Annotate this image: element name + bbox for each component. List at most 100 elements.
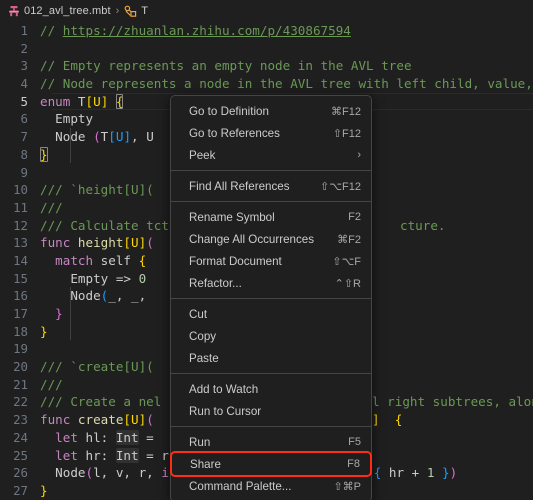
context-menu-separator	[171, 298, 371, 299]
code-token: /// `create[U](	[40, 359, 154, 374]
code-token: _, _,	[108, 288, 146, 303]
context-menu-item-label: Go to References	[189, 127, 280, 140]
code-token: (	[146, 235, 154, 250]
code-token	[434, 465, 442, 480]
code-token-overflow: cture.	[400, 217, 446, 235]
breadcrumb-separator: ›	[116, 5, 120, 17]
code-token: /// `height[U](	[40, 182, 154, 197]
context-menu-item-go-to-references[interactable]: Go to References⇧F12	[171, 122, 371, 144]
code-token: self	[93, 253, 139, 268]
line-number: 27	[0, 482, 40, 500]
code-token: Empty	[40, 111, 93, 126]
code-token: }	[40, 483, 48, 498]
code-token: =	[139, 430, 162, 445]
breadcrumb-file-label: 012_avl_tree.mbt	[24, 5, 111, 17]
code-line[interactable]: 2	[0, 40, 533, 58]
context-menu-item-shortcut: ⇧⌥F12	[320, 180, 361, 193]
line-number: 20	[0, 358, 40, 376]
code-line[interactable]: 1// https://zhuanlan.zhihu.com/p/4308675…	[0, 22, 533, 40]
code-token: 0	[139, 271, 147, 286]
context-menu-item-run-to-cursor[interactable]: Run to Cursor	[171, 400, 371, 422]
code-token: func	[40, 235, 70, 250]
code-token: let	[40, 448, 78, 463]
code-token: //	[40, 23, 63, 38]
code-token: ///	[40, 200, 63, 215]
code-token: (	[86, 465, 94, 480]
context-menu-item-label: Rename Symbol	[189, 211, 275, 224]
context-menu-item-add-to-watch[interactable]: Add to Watch	[171, 378, 371, 400]
context-menu-item-label: Run	[189, 436, 210, 449]
line-number: 1	[0, 22, 40, 40]
code-token: :	[101, 430, 116, 445]
code-line[interactable]: 4// Node represents a node in the AVL tr…	[0, 75, 533, 93]
breadcrumb-symbol-label: T	[141, 5, 148, 17]
code-token: hr +	[381, 465, 427, 480]
context-menu-item-label: Run to Cursor	[189, 405, 261, 418]
line-number: 15	[0, 270, 40, 288]
vscode-editor-window: 012_avl_tree.mbt › T 1// https://zhuanla…	[0, 0, 533, 500]
context-menu-item-label: Cut	[189, 308, 207, 321]
line-number: 25	[0, 447, 40, 465]
line-number: 16	[0, 287, 40, 305]
context-menu-item-copy[interactable]: Copy	[171, 325, 371, 347]
line-number: 4	[0, 75, 40, 93]
code-token: [	[123, 412, 131, 427]
line-number: 8	[0, 146, 40, 164]
code-token: U	[93, 94, 101, 109]
breadcrumb-file[interactable]: 012_avl_tree.mbt	[7, 5, 112, 18]
context-menu-item-label: Format Document	[189, 255, 282, 268]
code-token: T	[70, 94, 85, 109]
context-menu-item-run[interactable]: RunF5	[171, 431, 371, 453]
context-menu-item-label: Share	[190, 458, 221, 471]
code-token: enum	[40, 94, 70, 109]
enum-symbol-icon	[124, 5, 137, 18]
context-menu-groups: Go to Definition⌘F12Go to References⇧F12…	[171, 100, 371, 497]
code-token: match	[40, 253, 93, 268]
line-number: 21	[0, 376, 40, 394]
line-number: 19	[0, 340, 40, 358]
code-token: }	[40, 147, 48, 162]
context-menu-item-share[interactable]: ShareF8	[172, 453, 370, 475]
context-menu-item-go-to-definition[interactable]: Go to Definition⌘F12	[171, 100, 371, 122]
line-number: 12	[0, 217, 40, 235]
context-menu-item-change-all-occurrences[interactable]: Change All Occurrences⌘F2	[171, 228, 371, 250]
context-menu-item-shortcut: ⌃⇧R	[335, 277, 361, 290]
context-menu-item-cut[interactable]: Cut	[171, 303, 371, 325]
chevron-right-icon: ›	[357, 150, 361, 161]
code-token: }	[442, 465, 450, 480]
code-line-text: // https://zhuanlan.zhihu.com/p/43086759…	[40, 22, 533, 40]
editor-context-menu[interactable]: Go to Definition⌘F12Go to References⇧F12…	[170, 95, 372, 500]
moonbit-file-icon	[8, 5, 20, 18]
line-number: 6	[0, 110, 40, 128]
code-token: (	[146, 412, 154, 427]
code-token: // Node represents a node in the AVL tre…	[40, 76, 533, 91]
code-token: :	[101, 448, 116, 463]
line-number: 3	[0, 57, 40, 75]
line-number: 18	[0, 323, 40, 341]
context-menu-item-find-all-references[interactable]: Find All References⇧⌥F12	[171, 175, 371, 197]
code-token: func	[40, 412, 70, 427]
context-menu-item-paste[interactable]: Paste	[171, 347, 371, 369]
line-number: 10	[0, 181, 40, 199]
code-line[interactable]: 3// Empty represents an empty node in th…	[0, 57, 533, 75]
context-menu-separator	[171, 201, 371, 202]
context-menu-item-shortcut: ⇧⌥F	[332, 255, 361, 268]
context-menu-item-refactor[interactable]: Refactor...⌃⇧R	[171, 272, 371, 294]
code-token: [	[123, 235, 131, 250]
context-menu-item-shortcut: ⌘F2	[337, 233, 361, 246]
code-token: Node	[40, 288, 101, 303]
line-number: 13	[0, 234, 40, 252]
code-token-overflow: ] {	[372, 411, 402, 429]
code-line-text: // Empty represents an empty node in the…	[40, 57, 533, 75]
code-token: /// Create a ne	[40, 394, 154, 409]
breadcrumb-symbol[interactable]: T	[123, 5, 149, 18]
context-menu-item-format-document[interactable]: Format Document ⇧⌥F	[171, 250, 371, 272]
context-menu-item-command-palette[interactable]: Command Palette...⇧⌘P	[171, 475, 371, 497]
code-token: /// Calculate t	[40, 218, 154, 233]
context-menu-item-rename-symbol[interactable]: Rename SymbolF2	[171, 206, 371, 228]
code-token: // Empty represents an empty node in the…	[40, 58, 412, 73]
context-menu-separator	[171, 373, 371, 374]
context-menu-item-peek[interactable]: Peek›	[171, 144, 371, 166]
code-token: , U	[131, 129, 154, 144]
code-token: }	[40, 324, 48, 339]
